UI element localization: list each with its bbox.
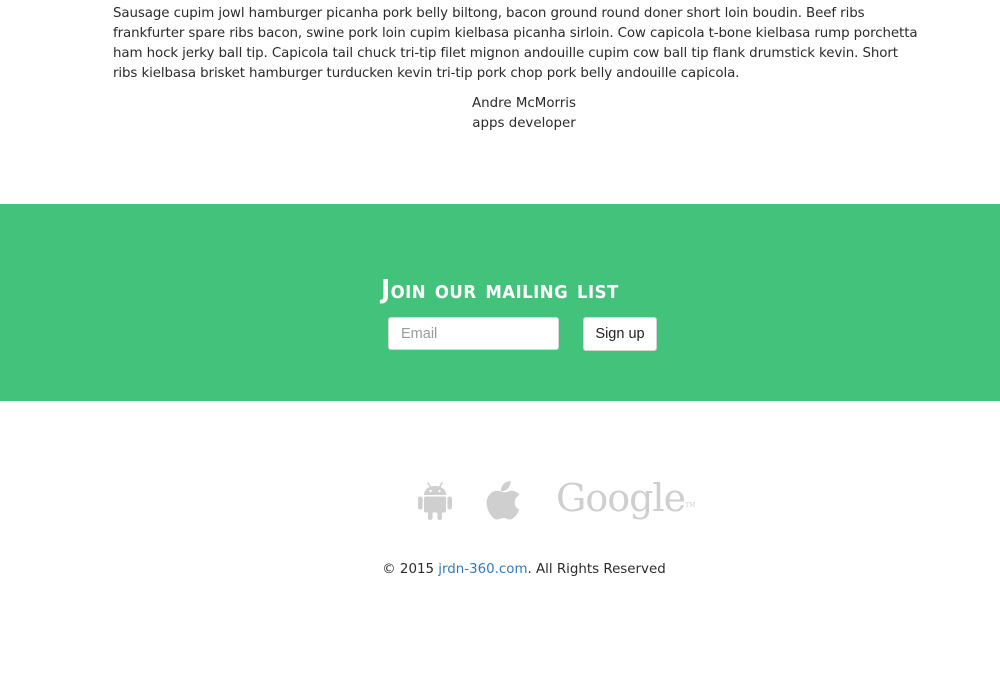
android-icon [418, 482, 452, 524]
site-link[interactable]: jrdn-360.com [438, 562, 527, 577]
testimonial: Sausage cupim jowl hamburger picanha por… [113, 4, 919, 134]
email-input[interactable] [388, 317, 559, 350]
footer: © 2015 jrdn-360.com. All Rights Reserved [24, 560, 1000, 580]
google-text: Google [556, 476, 686, 520]
author-role: apps developer [472, 116, 576, 131]
copyright-suffix: . All Rights Reserved [527, 562, 666, 577]
mailing-list-heading: Join our mailing list [381, 275, 619, 305]
testimonial-text: Sausage cupim jowl hamburger picanha por… [113, 6, 918, 81]
copyright-prefix: © 2015 [382, 562, 439, 577]
author-name: Andre McMorris [472, 96, 576, 111]
google-tm: TM [685, 502, 696, 509]
sign-up-button[interactable]: Sign up [583, 317, 657, 351]
testimonial-author: Andre McMorris apps developer [113, 94, 935, 134]
apple-icon [486, 480, 522, 524]
platform-logos: GoogleTM [0, 478, 1000, 524]
google-logo: GoogleTM [556, 478, 695, 518]
mailing-list-section: Join our mailing list Sign up [0, 204, 1000, 401]
